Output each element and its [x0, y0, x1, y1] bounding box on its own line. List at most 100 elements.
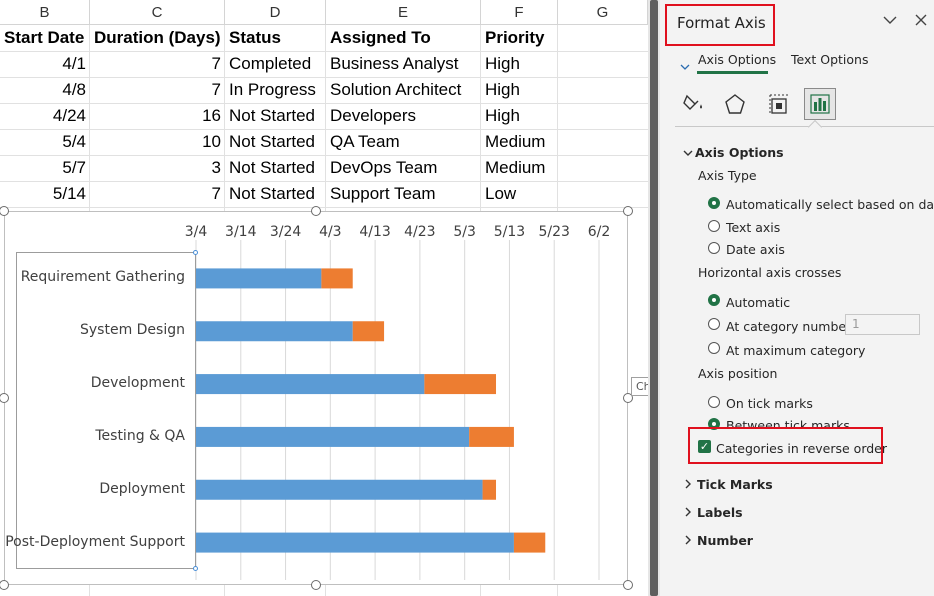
cell-duration[interactable]: 10 [90, 129, 225, 155]
size-properties-icon[interactable] [763, 88, 795, 120]
radio-label[interactable]: Text axis [726, 220, 780, 235]
chart-resize-handle[interactable] [0, 580, 9, 590]
fill-line-icon[interactable] [677, 88, 709, 120]
bar-start-offset[interactable] [196, 268, 322, 289]
cell-start-date[interactable]: 5/4 [0, 129, 90, 155]
cell-assigned-to[interactable]: Solution Architect [326, 77, 481, 103]
cell-duration[interactable]: 16 [90, 103, 225, 129]
tab-axis-options[interactable]: Axis Options [698, 52, 776, 67]
cell-start-date[interactable]: 4/8 [0, 77, 90, 103]
category-label: Testing & QA [95, 427, 185, 444]
radio-label[interactable]: At category number [726, 319, 851, 334]
spreadsheet-grid[interactable]: B C D E F G Start Date Duration (Days) S… [0, 0, 648, 596]
chart-resize-handle[interactable] [311, 580, 321, 590]
bar-start-offset[interactable] [196, 374, 425, 395]
tab-text-options[interactable]: Text Options [791, 52, 868, 67]
reverse-order-checkbox[interactable]: ✓ [698, 440, 711, 453]
cell-priority[interactable]: High [481, 103, 558, 129]
bar-duration[interactable] [469, 426, 514, 447]
radio-text-axis[interactable] [708, 220, 720, 232]
radio-label[interactable]: Automatic [726, 295, 790, 310]
radio-on-tick-marks[interactable] [708, 396, 720, 408]
radio-label[interactable]: Date axis [726, 242, 785, 257]
chart-resize-handle[interactable] [623, 580, 633, 590]
cell-status[interactable]: Not Started [225, 155, 326, 181]
gantt-chart[interactable]: 3/4 3/14 3/24 4/3 4/13 4/23 5/3 5/13 5/23 6/2 Req… [4, 211, 628, 585]
chevron-down-icon [683, 145, 695, 160]
cell-assigned-to[interactable]: Support Team [326, 181, 481, 207]
header-duration[interactable]: Duration (Days) [90, 25, 225, 51]
radio-date-axis[interactable] [708, 242, 720, 254]
format-axis-pane[interactable]: Format Axis Axis Options Text Options Ax… [660, 0, 934, 596]
cell-priority[interactable]: Low [481, 181, 558, 207]
cell-priority[interactable]: High [481, 77, 558, 103]
category-axis-selection[interactable] [16, 250, 198, 571]
cell-priority[interactable]: Medium [481, 129, 558, 155]
section-labels[interactable]: Labels [685, 505, 743, 520]
bar-duration[interactable] [513, 532, 546, 553]
bar-duration[interactable] [482, 479, 497, 500]
column-header-f[interactable]: F [481, 0, 558, 25]
scrollbar-thumb[interactable] [650, 0, 658, 596]
category-number-input[interactable]: 1 [845, 314, 920, 335]
column-header-g[interactable]: G [558, 0, 648, 25]
chevron-down-icon[interactable] [883, 13, 897, 29]
section-tick-marks[interactable]: Tick Marks [685, 477, 773, 492]
section-axis-options[interactable]: Axis Options [683, 145, 784, 160]
radio-maximum-category[interactable] [708, 342, 720, 354]
cell-duration[interactable]: 7 [90, 77, 225, 103]
column-header-d[interactable]: D [225, 0, 326, 25]
x-tick-label: 4/13 [359, 224, 391, 240]
cell-status[interactable]: Not Started [225, 129, 326, 155]
cell-status[interactable]: Completed [225, 51, 326, 77]
bar-duration[interactable] [321, 268, 353, 289]
cell-status[interactable]: Not Started [225, 181, 326, 207]
header-start-date[interactable]: Start Date [0, 25, 90, 51]
cell-duration[interactable]: 3 [90, 155, 225, 181]
chart-resize-handle[interactable] [623, 206, 633, 216]
column-header-e[interactable]: E [326, 0, 481, 25]
section-number[interactable]: Number [685, 533, 753, 548]
radio-label[interactable]: At maximum category [726, 343, 865, 358]
radio-label[interactable]: Automatically select based on data [726, 197, 934, 212]
cell-start-date[interactable]: 4/1 [0, 51, 90, 77]
cell-start-date[interactable]: 5/7 [0, 155, 90, 181]
cell-assigned-to[interactable]: QA Team [326, 129, 481, 155]
bar-start-offset[interactable] [196, 321, 353, 342]
close-icon[interactable] [915, 14, 927, 30]
header-priority[interactable]: Priority [481, 25, 558, 51]
bar-duration[interactable] [352, 321, 385, 342]
chart-resize-handle[interactable] [311, 206, 321, 216]
axis-resize-handle[interactable] [193, 566, 198, 571]
header-status[interactable]: Status [225, 25, 326, 51]
column-header-c[interactable]: C [90, 0, 225, 25]
bar-start-offset[interactable] [196, 479, 483, 500]
cell-assigned-to[interactable]: DevOps Team [326, 155, 481, 181]
radio-category-number[interactable] [708, 318, 720, 330]
chevron-right-icon [685, 477, 697, 492]
bar-start-offset[interactable] [196, 426, 470, 447]
radio-automatic[interactable] [708, 294, 720, 306]
cell-priority[interactable]: Medium [481, 155, 558, 181]
cell-duration[interactable]: 7 [90, 51, 225, 77]
cell-priority[interactable]: High [481, 51, 558, 77]
effects-icon[interactable] [719, 88, 751, 120]
cell-status[interactable]: In Progress [225, 77, 326, 103]
radio-label[interactable]: On tick marks [726, 396, 813, 411]
cell-start-date[interactable]: 4/24 [0, 103, 90, 129]
bar-duration[interactable] [424, 374, 497, 395]
radio-auto-select[interactable] [708, 197, 720, 209]
checkbox-label[interactable]: Categories in reverse order [716, 441, 887, 456]
cell-status[interactable]: Not Started [225, 103, 326, 129]
axis-options-chart-icon[interactable] [804, 88, 836, 120]
bar-start-offset[interactable] [196, 532, 514, 553]
cell-start-date[interactable]: 5/14 [0, 181, 90, 207]
cell-assigned-to[interactable]: Business Analyst [326, 51, 481, 77]
column-header-b[interactable]: B [0, 0, 90, 25]
header-assigned-to[interactable]: Assigned To [326, 25, 481, 51]
cell-duration[interactable]: 7 [90, 181, 225, 207]
active-tab-underline [697, 71, 768, 74]
vertical-scrollbar[interactable] [648, 0, 660, 596]
cell-assigned-to[interactable]: Developers [326, 103, 481, 129]
axis-resize-handle[interactable] [193, 250, 198, 255]
